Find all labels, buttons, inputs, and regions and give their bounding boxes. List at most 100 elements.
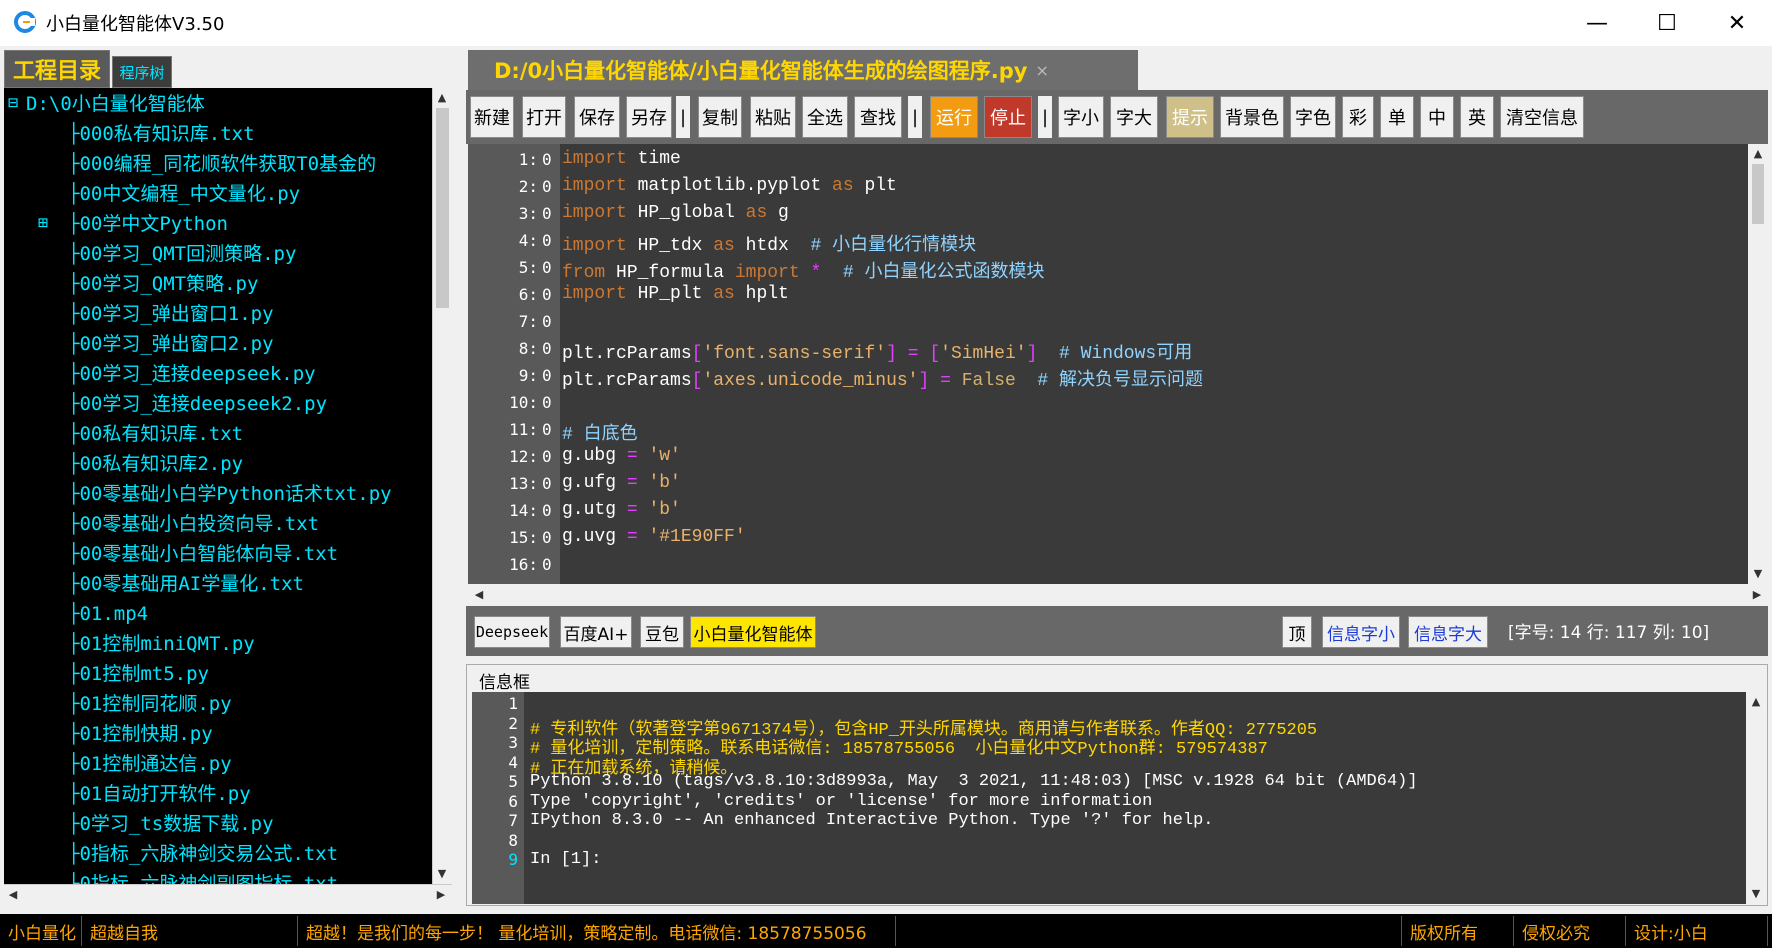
tree-item[interactable]: ├01控制快期.py xyxy=(68,720,213,748)
stop-button[interactable]: 停止 xyxy=(984,96,1032,138)
close-button[interactable]: ✕ xyxy=(1702,0,1772,46)
find-button[interactable]: 查找 xyxy=(854,96,902,138)
tree-item[interactable]: ├00私有知识库2.py xyxy=(68,450,243,478)
tree-item[interactable]: ├01控制miniQMT.py xyxy=(68,630,255,658)
tree-item[interactable]: ├00零基础小白学Python话术txt.py xyxy=(68,480,392,508)
info-line: In [1]: xyxy=(530,850,602,869)
code-token: = xyxy=(907,344,919,364)
code-line[interactable]: import HP_plt as hplt xyxy=(562,284,789,304)
close-tab-icon[interactable]: × xyxy=(1035,61,1048,80)
save-button[interactable]: 保存 xyxy=(574,96,620,138)
tree-item[interactable]: ├01控制同花顺.py xyxy=(68,690,232,718)
scroll-left-icon[interactable]: ◀ xyxy=(470,585,488,603)
tree-scroll-thumb[interactable] xyxy=(436,108,449,308)
code-line[interactable]: from HP_formula import * # 小白量化公式函数模块 xyxy=(562,257,1044,283)
new-button[interactable]: 新建 xyxy=(470,96,514,138)
editor-vertical-scrollbar[interactable]: ▲ ▼ xyxy=(1748,144,1768,584)
tree-item[interactable]: ├0学习_ts数据下载.py xyxy=(68,810,274,838)
deepseek-button[interactable]: Deepseek xyxy=(474,616,550,648)
scroll-right-icon[interactable]: ▶ xyxy=(1748,585,1766,603)
fold-level: 0 xyxy=(542,501,552,520)
tree-item[interactable]: ├01自动打开软件.py xyxy=(68,780,251,808)
tree-item[interactable]: ├01控制通达信.py xyxy=(68,750,232,778)
chinese-mode-button[interactable]: 中 xyxy=(1420,96,1454,138)
info-font-smaller-button[interactable]: 信息字小 xyxy=(1322,616,1400,648)
tree-item[interactable]: ├000编程_同花顺软件获取T0基金的 xyxy=(68,150,376,178)
tree-item[interactable]: ├00学习_连接deepseek.py xyxy=(68,360,316,388)
code-line[interactable]: g.utg = 'b' xyxy=(562,500,681,520)
tree-item[interactable]: ├01控制mt5.py xyxy=(68,660,209,688)
editor-scroll-thumb[interactable] xyxy=(1752,164,1764,224)
xiaobai-agent-button[interactable]: 小白量化智能体 xyxy=(690,616,816,648)
hint-button[interactable]: 提示 xyxy=(1166,96,1214,138)
scroll-down-icon[interactable]: ▼ xyxy=(1747,884,1765,902)
scroll-down-icon[interactable]: ▼ xyxy=(433,864,451,882)
tree-item[interactable]: ├0指标_六脉神剑交易公式.txt xyxy=(68,840,338,868)
maximize-button[interactable]: ☐ xyxy=(1632,0,1702,46)
tree-item[interactable]: ├00零基础小白投资向导.txt xyxy=(68,510,319,538)
tree-root[interactable]: D:\0小白量化智能体 xyxy=(26,90,205,118)
code-token: import xyxy=(734,263,800,283)
code-line[interactable]: g.ufg = 'b' xyxy=(562,473,681,493)
editor-horizontal-scrollbar[interactable]: ◀ ▶ xyxy=(468,584,1768,604)
info-font-larger-button[interactable]: 信息字大 xyxy=(1408,616,1488,648)
paste-button[interactable]: 粘贴 xyxy=(750,96,796,138)
tree-item[interactable]: ├0指标_六脉神剑副图指标.txt xyxy=(68,870,338,884)
tree-item[interactable]: ├01.mp4 xyxy=(68,600,148,628)
tree-item[interactable]: ├00中文编程_中文量化.py xyxy=(68,180,300,208)
code-line[interactable]: import matplotlib.pyplot as plt xyxy=(562,176,897,196)
code-line[interactable]: import HP_tdx as htdx # 小白量化行情模块 xyxy=(562,230,976,256)
run-button[interactable]: 运行 xyxy=(930,96,978,138)
scroll-left-icon[interactable]: ◀ xyxy=(4,885,22,903)
fold-level: 0 xyxy=(542,555,552,574)
tree-item[interactable]: ├00零基础小白智能体向导.txt xyxy=(68,540,338,568)
tree-horizontal-scrollbar[interactable]: ◀ ▶ xyxy=(4,884,452,904)
code-line[interactable]: g.uvg = '#1E90FF' xyxy=(562,527,746,547)
code-line[interactable]: plt.rcParams['font.sans-serif'] = ['SimH… xyxy=(562,338,1192,364)
copy-button[interactable]: 复制 xyxy=(698,96,742,138)
font-smaller-button[interactable]: 字小 xyxy=(1058,96,1104,138)
tree-item[interactable]: ├00学习_连接deepseek2.py xyxy=(68,390,327,418)
code-token: ] xyxy=(886,344,897,364)
code-line[interactable]: g.ubg = 'w' xyxy=(562,446,681,466)
select-all-button[interactable]: 全选 xyxy=(802,96,848,138)
save-as-button[interactable]: 另存 xyxy=(626,96,672,138)
tree-vertical-scrollbar[interactable]: ▲ ▼ xyxy=(432,88,452,884)
code-line[interactable]: # 白底色 xyxy=(562,419,638,445)
tree-item[interactable]: ├00零基础用AI学量化.txt xyxy=(68,570,304,598)
font-larger-button[interactable]: 字大 xyxy=(1110,96,1158,138)
tree-item[interactable]: ├00学中文Python xyxy=(68,210,228,238)
doubao-button[interactable]: 豆包 xyxy=(640,616,684,648)
scroll-up-icon[interactable]: ▲ xyxy=(1749,144,1767,162)
font-color-button[interactable]: 字色 xyxy=(1290,96,1336,138)
tree-item[interactable]: ├00学习_弹出窗口2.py xyxy=(68,330,274,358)
clear-info-button[interactable]: 清空信息 xyxy=(1500,96,1584,138)
open-button[interactable]: 打开 xyxy=(522,96,566,138)
tab-project-directory[interactable]: 工程目录 xyxy=(4,50,110,88)
tree-item[interactable]: ├000私有知识库.txt xyxy=(68,120,255,148)
english-mode-button[interactable]: 英 xyxy=(1460,96,1494,138)
tree-item[interactable]: ├00学习_QMT策略.py xyxy=(68,270,258,298)
minimize-button[interactable]: — xyxy=(1562,0,1632,46)
tree-item[interactable]: ├00学习_QMT回测策略.py xyxy=(68,240,296,268)
scroll-up-icon[interactable]: ▲ xyxy=(1747,692,1765,710)
background-color-button[interactable]: 背景色 xyxy=(1220,96,1284,138)
scroll-up-icon[interactable]: ▲ xyxy=(433,88,451,106)
top-button[interactable]: 顶 xyxy=(1282,616,1312,648)
code-line[interactable]: plt.rcParams['axes.unicode_minus'] = Fal… xyxy=(562,365,1203,391)
baidu-ai-button[interactable]: 百度AI+ xyxy=(560,616,632,648)
collapse-root-icon[interactable]: ⊟ xyxy=(8,93,18,113)
code-line[interactable]: import time xyxy=(562,149,681,169)
scroll-down-icon[interactable]: ▼ xyxy=(1749,564,1767,582)
tree-item[interactable]: ├00私有知识库.txt xyxy=(68,420,243,448)
code-line[interactable]: import HP_global as g xyxy=(562,203,789,223)
scroll-right-icon[interactable]: ▶ xyxy=(432,885,450,903)
single-mode-button[interactable]: 单 xyxy=(1380,96,1414,138)
editor-file-tab[interactable]: D:/0小白量化智能体/小白量化智能体生成的绘图程序.py × xyxy=(468,50,1138,90)
color-mode-button[interactable]: 彩 xyxy=(1342,96,1374,138)
line-number: 13: xyxy=(509,474,538,493)
expand-folder-icon[interactable]: ⊞ xyxy=(38,213,48,233)
tab-program-tree[interactable]: 程序树 xyxy=(112,56,172,88)
tree-item[interactable]: ├00学习_弹出窗口1.py xyxy=(68,300,274,328)
info-vertical-scrollbar[interactable]: ▲ ▼ xyxy=(1746,692,1766,904)
